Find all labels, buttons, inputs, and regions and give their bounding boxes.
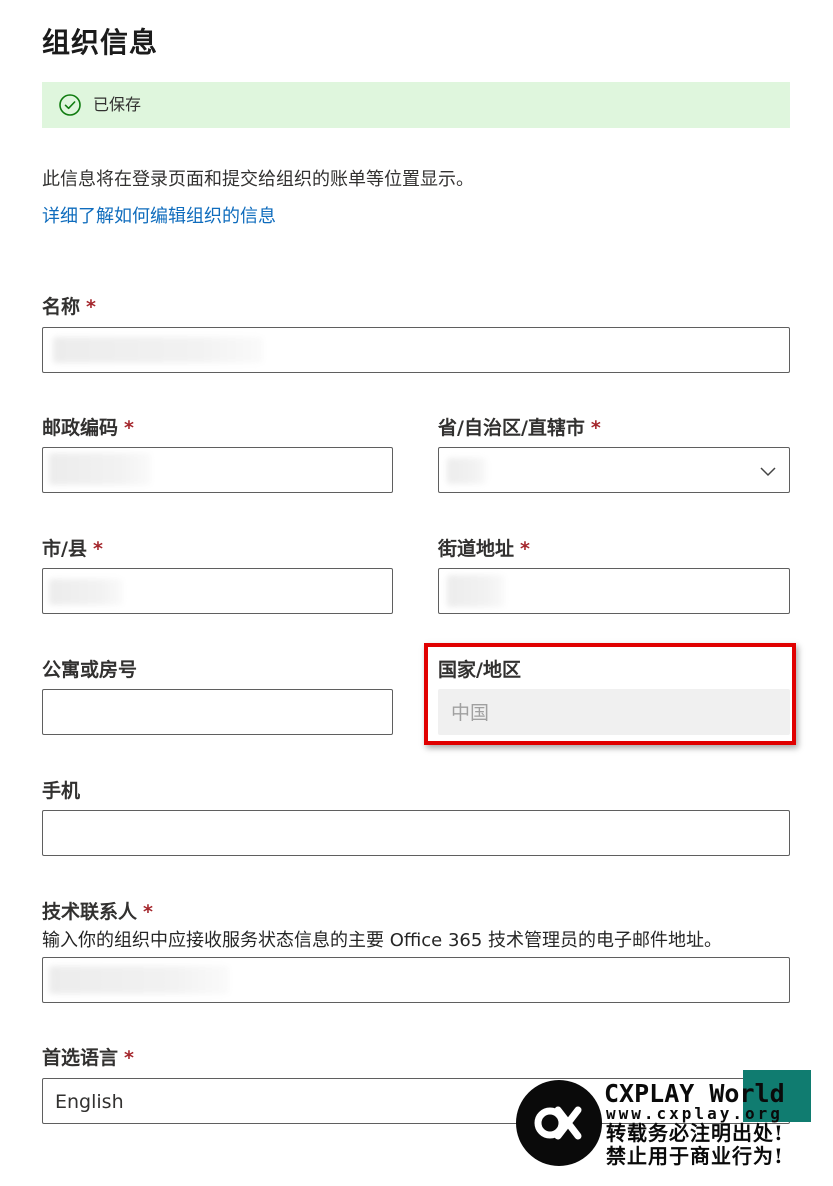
page-description: 此信息将在登录页面和提交给组织的账单等位置显示。 xyxy=(42,169,474,190)
required-marker: * xyxy=(520,538,530,560)
city-label: 市/县 * xyxy=(42,538,103,560)
highlight-annotation xyxy=(424,643,796,745)
saved-banner: 已保存 xyxy=(42,82,790,128)
tech-contact-helper: 输入你的组织中应接收服务状态信息的主要 Office 365 技术管理员的电子邮… xyxy=(42,930,723,951)
province-select[interactable] xyxy=(438,447,790,493)
apartment-input[interactable] xyxy=(42,689,393,735)
saved-status-text: 已保存 xyxy=(93,95,142,114)
required-marker: * xyxy=(143,901,153,923)
redacted-value xyxy=(49,579,123,605)
learn-more-link[interactable]: 详细了解如何编辑组织的信息 xyxy=(42,205,276,229)
watermark-line-2: 禁止用于商业行为! xyxy=(606,1144,784,1168)
language-value: English xyxy=(55,1091,124,1113)
language-label: 首选语言 * xyxy=(42,1047,134,1069)
redacted-value xyxy=(49,453,151,485)
redacted-value xyxy=(49,966,229,994)
street-label: 街道地址 * xyxy=(438,538,530,560)
phone-input[interactable] xyxy=(42,810,790,856)
tech-contact-label: 技术联系人 * xyxy=(42,901,153,923)
page-title: 组织信息 xyxy=(42,26,159,59)
phone-label: 手机 xyxy=(42,780,81,802)
redacted-value xyxy=(447,575,505,607)
redacted-value xyxy=(447,458,487,484)
postal-code-input[interactable] xyxy=(42,447,393,493)
postal-code-label: 邮政编码 * xyxy=(42,417,134,439)
required-marker: * xyxy=(590,417,601,439)
required-marker: * xyxy=(86,296,96,318)
redacted-value xyxy=(53,337,263,363)
street-input[interactable] xyxy=(438,568,790,614)
province-label: 省/自治区/直辖市 * xyxy=(438,417,601,439)
name-label: 名称 * xyxy=(42,296,96,318)
check-circle-icon xyxy=(59,94,81,116)
city-input[interactable] xyxy=(42,568,393,614)
apartment-label: 公寓或房号 xyxy=(42,659,138,681)
required-marker: * xyxy=(124,1047,134,1069)
name-input[interactable] xyxy=(42,327,790,373)
required-marker: * xyxy=(92,538,103,560)
required-marker: * xyxy=(124,417,134,439)
cxplay-logo-icon xyxy=(534,1106,582,1140)
tech-contact-input[interactable] xyxy=(42,957,790,1003)
watermark-logo xyxy=(516,1080,602,1166)
chevron-down-icon[interactable] xyxy=(759,462,777,480)
watermark-line-1: 转载务必注明出处! xyxy=(606,1121,784,1145)
